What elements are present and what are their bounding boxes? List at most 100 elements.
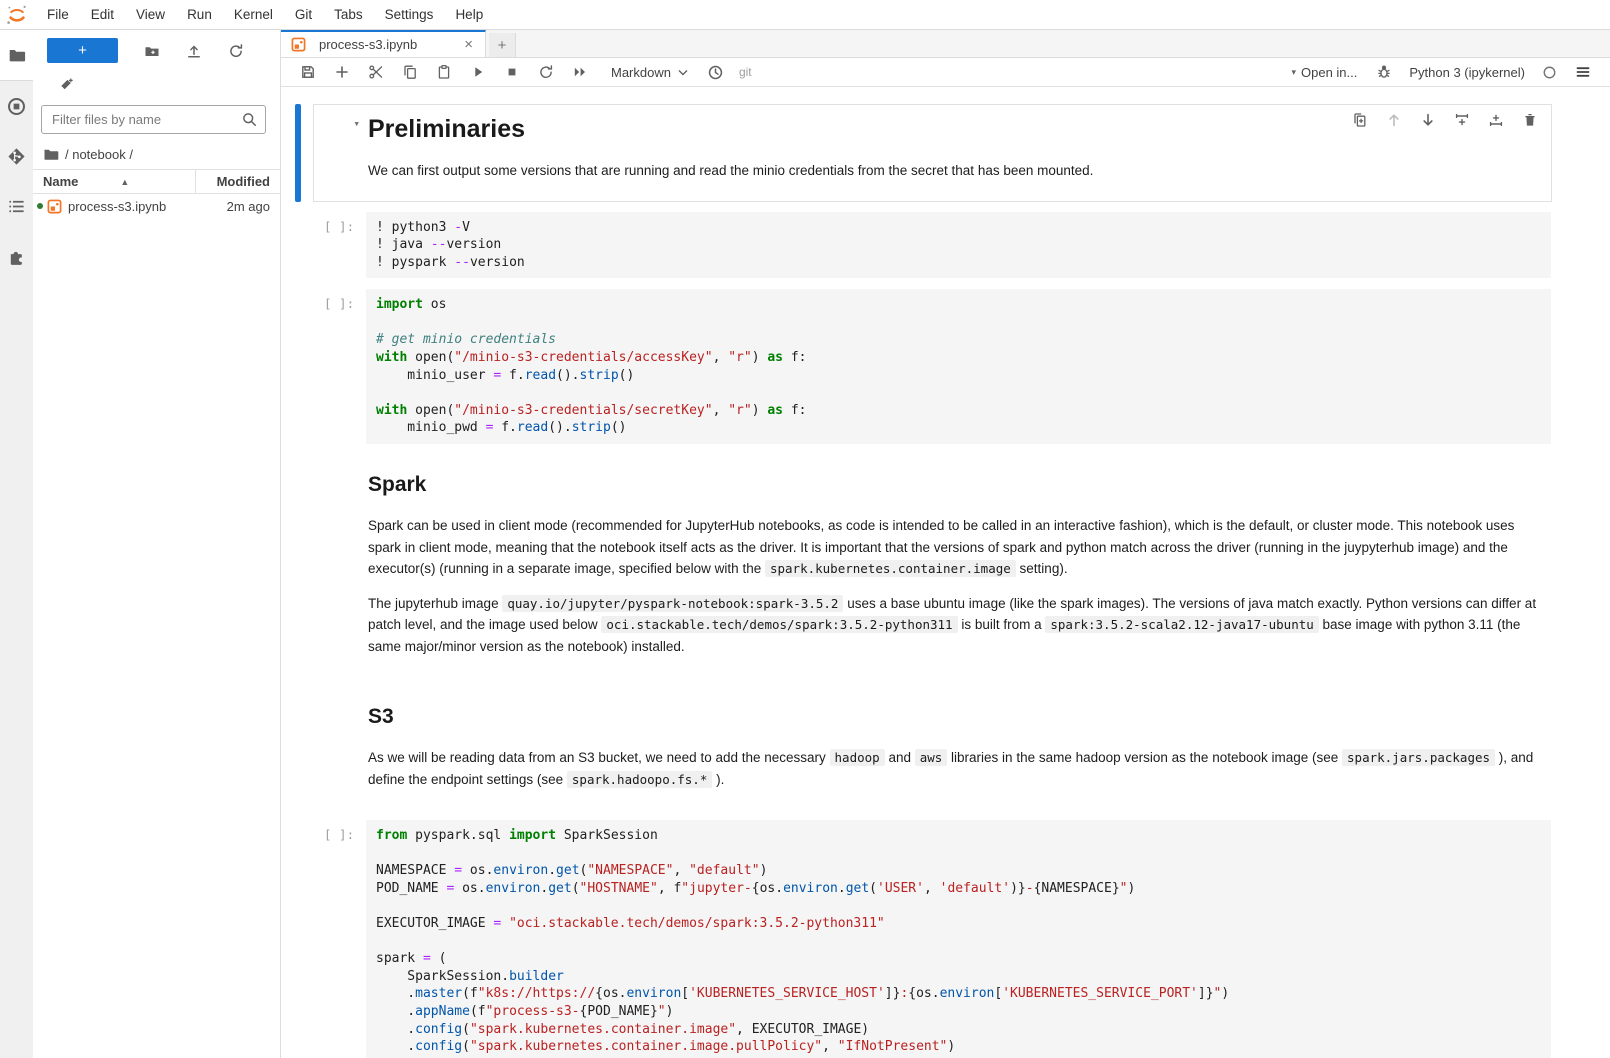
- cell-prompt: [ ]:: [314, 212, 366, 279]
- inline-code: quay.io/jupyter/pyspark-notebook:spark-3…: [502, 595, 843, 612]
- sidebar-item-table-of-contents[interactable]: [0, 181, 33, 231]
- file-modified: 2m ago: [206, 199, 270, 214]
- markdown-heading: S3: [368, 705, 1541, 729]
- code-editor[interactable]: ! python3 -V! java --version! pyspark --…: [366, 212, 1551, 279]
- cell-frame: S3 As we will be reading data from an S3 …: [313, 686, 1552, 810]
- new-tab-button[interactable]: +: [489, 33, 516, 57]
- search-icon: [241, 111, 258, 128]
- column-name[interactable]: Name: [43, 174, 78, 189]
- sidebar-item-file-browser[interactable]: [0, 30, 33, 80]
- hamburger-menu-icon[interactable]: [1566, 61, 1600, 83]
- new-folder-icon[interactable]: [144, 43, 160, 59]
- sort-ascending-icon[interactable]: ▲: [120, 177, 129, 187]
- sidebar-item-git[interactable]: [0, 131, 33, 181]
- activity-bar: [0, 30, 33, 1058]
- menu-item-file[interactable]: File: [36, 7, 80, 22]
- close-tab-icon[interactable]: ×: [460, 36, 477, 53]
- copy-cells-icon[interactable]: [393, 61, 427, 83]
- sidebar-item-extensions[interactable]: [0, 231, 33, 281]
- inline-code: oci.stackable.tech/demos/spark:3.5.2-pyt…: [601, 616, 957, 633]
- markdown-cell-content[interactable]: S3 As we will be reading data from an S3 …: [366, 687, 1551, 809]
- dock-panel: process-s3.ipynb × +: [281, 30, 1610, 1058]
- markdown-paragraph: Spark can be used in client mode (recomm…: [368, 515, 1541, 580]
- cell-collapser[interactable]: [295, 288, 301, 445]
- menu-item-run[interactable]: Run: [176, 7, 223, 22]
- markdown-heading: Spark: [368, 473, 1541, 497]
- inline-code: spark.hadoopo.fs.*: [567, 771, 712, 788]
- kernel-status-icon[interactable]: [1533, 62, 1566, 83]
- cell-collapser[interactable]: [295, 104, 301, 202]
- menu-item-git[interactable]: Git: [284, 7, 323, 22]
- markdown-paragraph: The jupyterhub image quay.io/jupyter/pys…: [368, 593, 1541, 658]
- menu-item-help[interactable]: Help: [444, 7, 494, 22]
- cell-collapser[interactable]: [295, 686, 301, 810]
- cell-type-value: Markdown: [611, 65, 671, 80]
- cell-collapser[interactable]: [295, 819, 301, 1058]
- tab-label: process-s3.ipynb: [319, 37, 453, 52]
- menu-item-settings[interactable]: Settings: [374, 7, 445, 22]
- notebook-cell[interactable]: [ ]:from pyspark.sql import SparkSession…: [295, 819, 1552, 1058]
- restart-run-all-icon[interactable]: [563, 61, 597, 83]
- notebook-cell[interactable]: [ ]:! python3 -V! java --version! pyspar…: [295, 211, 1552, 280]
- move-cell-up-icon[interactable]: [1381, 110, 1407, 130]
- new-launcher-button[interactable]: +: [47, 38, 118, 63]
- file-item[interactable]: process-s3.ipynb2m ago: [33, 194, 280, 218]
- menu-item-edit[interactable]: Edit: [80, 7, 125, 22]
- notebook-cell[interactable]: ▾PreliminariesWe can first output some v…: [295, 104, 1552, 202]
- inline-code: aws: [915, 749, 948, 766]
- duplicate-cell-icon[interactable]: [1347, 110, 1373, 130]
- refresh-icon[interactable]: [228, 43, 244, 59]
- cell-prompt: [ ]:: [314, 820, 366, 1058]
- paste-cells-icon[interactable]: [427, 61, 461, 83]
- cell-type-dropdown[interactable]: Markdown: [597, 65, 698, 80]
- menu-item-tabs[interactable]: Tabs: [323, 7, 374, 22]
- open-in-label: Open in...: [1301, 65, 1357, 80]
- markdown-cell-content[interactable]: Spark Spark can be used in client mode (r…: [366, 455, 1551, 676]
- notebook-cell[interactable]: S3 As we will be reading data from an S3 …: [295, 686, 1552, 810]
- execution-time-icon[interactable]: [698, 61, 733, 84]
- code-editor[interactable]: from pyspark.sql import SparkSession NAM…: [366, 820, 1551, 1058]
- markdown-paragraph: As we will be reading data from an S3 bu…: [368, 747, 1541, 790]
- file-name: process-s3.ipynb: [68, 199, 206, 214]
- code-editor[interactable]: import os # get minio credentialswith op…: [366, 289, 1551, 444]
- folder-icon: [43, 146, 59, 162]
- add-cell-icon[interactable]: [325, 61, 359, 83]
- upload-icon[interactable]: [186, 43, 202, 59]
- notebook-toolbar: Markdown git ▾ Open in... Python 3 (ipyk…: [281, 58, 1610, 87]
- notebook-file-icon: [47, 199, 62, 214]
- sidebar-item-running-sessions[interactable]: [0, 81, 33, 131]
- git-clone-icon[interactable]: [59, 77, 75, 93]
- heading-collapser-icon[interactable]: ▾: [353, 117, 360, 130]
- cell-collapser[interactable]: [295, 211, 301, 280]
- breadcrumb[interactable]: / notebook /: [33, 140, 280, 169]
- markdown-paragraph: We can first output some versions that a…: [368, 160, 1541, 182]
- notebook-cell[interactable]: [ ]:import os # get minio credentialswit…: [295, 288, 1552, 445]
- open-in-dropdown[interactable]: ▾ Open in...: [1281, 65, 1367, 80]
- insert-cell-above-icon[interactable]: [1449, 110, 1475, 130]
- run-cell-icon[interactable]: [461, 61, 495, 83]
- file-browser-panel: +: [33, 30, 281, 1058]
- debugger-bug-icon[interactable]: [1367, 61, 1401, 83]
- cell-collapser[interactable]: [295, 454, 301, 677]
- notebook-cell[interactable]: Spark Spark can be used in client mode (r…: [295, 454, 1552, 677]
- file-browser-toolbar: +: [33, 30, 280, 69]
- kernel-running-dot: [37, 203, 43, 209]
- cell-frame: [ ]:! python3 -V! java --version! pyspar…: [313, 211, 1552, 280]
- cell-frame: [ ]:import os # get minio credentialswit…: [313, 288, 1552, 445]
- file-filter: [41, 105, 266, 134]
- kernel-name[interactable]: Python 3 (ipykernel): [1401, 65, 1533, 80]
- restart-kernel-icon[interactable]: [529, 61, 563, 83]
- menu-item-kernel[interactable]: Kernel: [223, 7, 284, 22]
- tab-process-s3[interactable]: process-s3.ipynb ×: [281, 30, 486, 57]
- file-filter-input[interactable]: [41, 105, 266, 134]
- save-icon[interactable]: [291, 61, 325, 83]
- column-modified[interactable]: Modified: [196, 174, 280, 189]
- menu-item-view[interactable]: View: [125, 7, 176, 22]
- cell-frame: ▾PreliminariesWe can first output some v…: [313, 104, 1552, 202]
- delete-cell-icon[interactable]: [1517, 110, 1543, 130]
- move-cell-down-icon[interactable]: [1415, 110, 1441, 130]
- insert-cell-below-icon[interactable]: [1483, 110, 1509, 130]
- stop-kernel-icon[interactable]: [495, 61, 529, 83]
- cell-frame: Spark Spark can be used in client mode (r…: [313, 454, 1552, 677]
- cut-cells-icon[interactable]: [359, 61, 393, 83]
